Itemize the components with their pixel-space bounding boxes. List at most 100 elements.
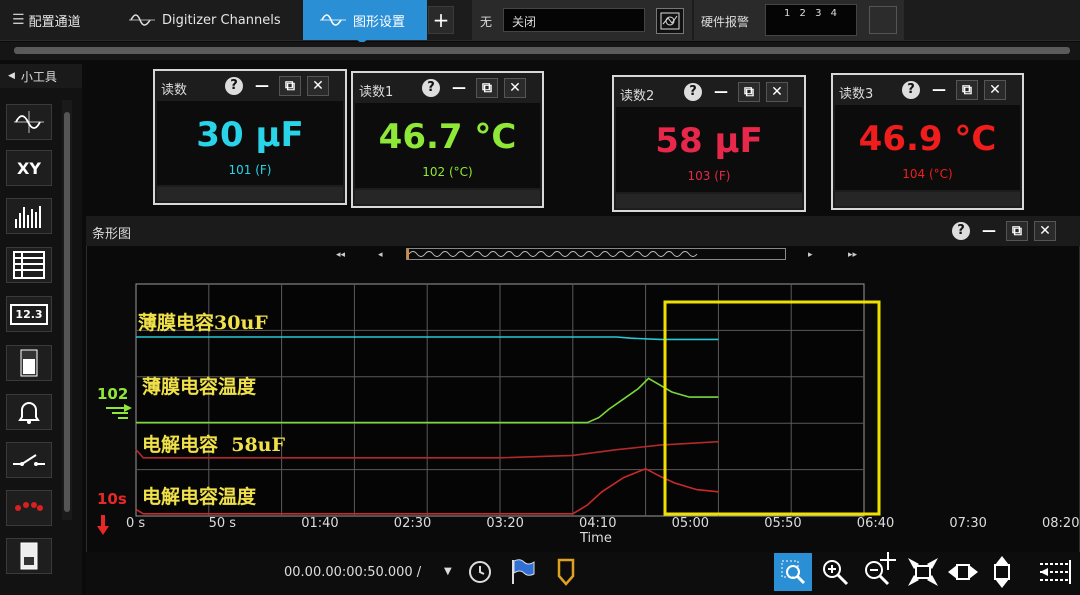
minimize-button[interactable]: — (978, 221, 1000, 241)
switch-icon (13, 454, 45, 466)
restore-icon: ⧉ (1012, 223, 1022, 239)
x-tick-label: 02:30 (393, 516, 432, 531)
help-icon: ? (952, 222, 970, 240)
tool-led[interactable] (6, 490, 52, 526)
waveform-icon (129, 14, 155, 26)
help-button[interactable]: ? (682, 82, 704, 102)
minimize-icon: — (982, 223, 996, 239)
tool-xy[interactable]: XY (6, 150, 52, 186)
help-button[interactable]: ? (420, 78, 442, 98)
close-button[interactable]: ✕ (984, 80, 1006, 100)
tool-waveform[interactable] (6, 104, 52, 140)
zoom-fit-vertical-icon[interactable] (986, 554, 1018, 590)
tab-graph-settings[interactable]: 图形设置 (303, 0, 427, 40)
close-icon: ✕ (989, 82, 1001, 98)
readout-window[interactable]: 读数2 ? — ⧉ ✕ 58 µF 103 (F) (612, 75, 806, 212)
alarm-channels-display: 1 2 3 4 (765, 4, 857, 36)
readout-title: 读数2 (620, 89, 655, 104)
digital-meter-icon: 12.3 (10, 303, 48, 325)
toolbox-scrollbar-thumb[interactable] (64, 112, 70, 512)
readout-window[interactable]: 读数 ? — ⧉ ✕ 30 µF 101 (F) (153, 69, 347, 205)
readout-window-buttons: ? — ⧉ ✕ (223, 76, 329, 96)
close-icon: ✕ (312, 78, 324, 94)
channel-marker-down-arrow-icon[interactable] (96, 514, 110, 536)
bar-meter-icon (20, 349, 38, 377)
readout-value: 30 µF (196, 115, 304, 155)
help-icon: ? (684, 83, 702, 101)
restore-button[interactable]: ⧉ (476, 78, 498, 98)
strip-chart-titlebar (86, 216, 1080, 246)
clock-icon[interactable] (468, 560, 492, 584)
trigger-settings-icon (660, 12, 680, 30)
x-tick-label: 01:40 (301, 516, 339, 531)
tool-digital-meter[interactable]: 12.3 (6, 296, 52, 332)
help-icon: ? (902, 81, 920, 99)
readout-body: 30 µF 101 (F) (157, 101, 343, 185)
tool-switch[interactable] (6, 442, 52, 478)
restore-button[interactable]: ⧉ (738, 82, 760, 102)
table-icon (13, 251, 45, 279)
flag-icon[interactable] (510, 558, 536, 586)
readout-footer (355, 190, 540, 204)
autoscroll-icon[interactable] (1036, 558, 1076, 586)
strip-chart-window-buttons: ? — ⧉ ✕ (950, 221, 1056, 241)
zoom-fit-horizontal-icon[interactable] (946, 556, 980, 588)
nav-next-button[interactable]: ▸ (808, 250, 813, 260)
minimize-button[interactable]: — (928, 80, 950, 100)
close-button[interactable]: ✕ (307, 76, 329, 96)
tool-slider[interactable] (6, 538, 52, 574)
alarm-indicator-button[interactable] (869, 6, 897, 34)
zoom-xy-icon[interactable] (858, 550, 898, 586)
readout-footer (157, 187, 343, 201)
time-dropdown-arrow-icon[interactable]: ▼ (444, 566, 452, 577)
restore-button[interactable]: ⧉ (279, 76, 301, 96)
minimize-icon: — (452, 80, 466, 96)
tool-histogram[interactable] (6, 198, 52, 234)
tool-alarm[interactable] (6, 394, 52, 430)
close-icon: ✕ (771, 84, 783, 100)
restore-icon: ⧉ (285, 78, 295, 94)
toolbox-header[interactable]: ◀ 小工具 (0, 64, 82, 88)
channel-marker-arrow-icon[interactable] (104, 402, 134, 422)
trigger-select[interactable]: 关闭 (503, 8, 645, 32)
chart-overview-navigator[interactable] (406, 248, 786, 260)
tool-table[interactable] (6, 247, 52, 283)
strip-chart-title: 条形图 (92, 227, 132, 242)
readout-window[interactable]: 读数3 ? — ⧉ ✕ 46.9 °C 104 (°C) (831, 73, 1024, 210)
time-per-division-readout[interactable]: 00.00.00:00:50.000 / (284, 565, 421, 580)
zoom-in-icon[interactable] (820, 557, 850, 587)
nav-first-button[interactable]: ◂◂ (336, 250, 345, 260)
minimize-button[interactable]: — (251, 76, 273, 96)
nav-prev-button[interactable]: ◂ (378, 250, 383, 260)
readout-window[interactable]: 读数1 ? — ⧉ ✕ 46.7 °C 102 (°C) (351, 71, 544, 208)
help-button[interactable]: ? (223, 76, 245, 96)
histogram-icon (15, 206, 41, 228)
minimize-button[interactable]: — (448, 78, 470, 98)
close-button[interactable]: ✕ (1034, 221, 1056, 241)
add-tab-button[interactable]: + (428, 6, 454, 34)
minimize-button[interactable]: — (710, 82, 732, 102)
collapse-arrow-icon: ◀ (8, 71, 15, 81)
close-button[interactable]: ✕ (504, 78, 526, 98)
trigger-settings-button[interactable] (656, 8, 684, 34)
nav-last-button[interactable]: ▸▸ (848, 250, 857, 260)
x-tick-label: 05:50 (764, 516, 802, 531)
annotation-electrolytic-cap-temp: 电解电容温度 (142, 486, 257, 508)
annotation-film-cap: 薄膜电容30uF (138, 312, 268, 334)
scrollbar-thumb[interactable] (14, 47, 1070, 54)
help-button[interactable]: ? (950, 221, 972, 241)
readout-body: 46.9 °C 104 (°C) (835, 105, 1020, 190)
restore-button[interactable]: ⧉ (956, 80, 978, 100)
restore-button[interactable]: ⧉ (1006, 221, 1028, 241)
readout-channel: 103 (F) (687, 169, 731, 183)
help-button[interactable]: ? (900, 80, 922, 100)
close-button[interactable]: ✕ (766, 82, 788, 102)
x-tick-label: 05:00 (671, 516, 710, 531)
tab-digitizer-channels[interactable]: Digitizer Channels (128, 0, 298, 40)
zoom-fit-all-icon[interactable] (906, 556, 940, 588)
tool-bar-meter[interactable] (6, 345, 52, 381)
zoom-box-button[interactable] (774, 553, 812, 591)
marker-tag-icon[interactable] (556, 558, 576, 586)
tab-config-channels[interactable]: ☰ 配置通道 (12, 0, 120, 40)
readout-channel: 102 (°C) (422, 165, 473, 179)
